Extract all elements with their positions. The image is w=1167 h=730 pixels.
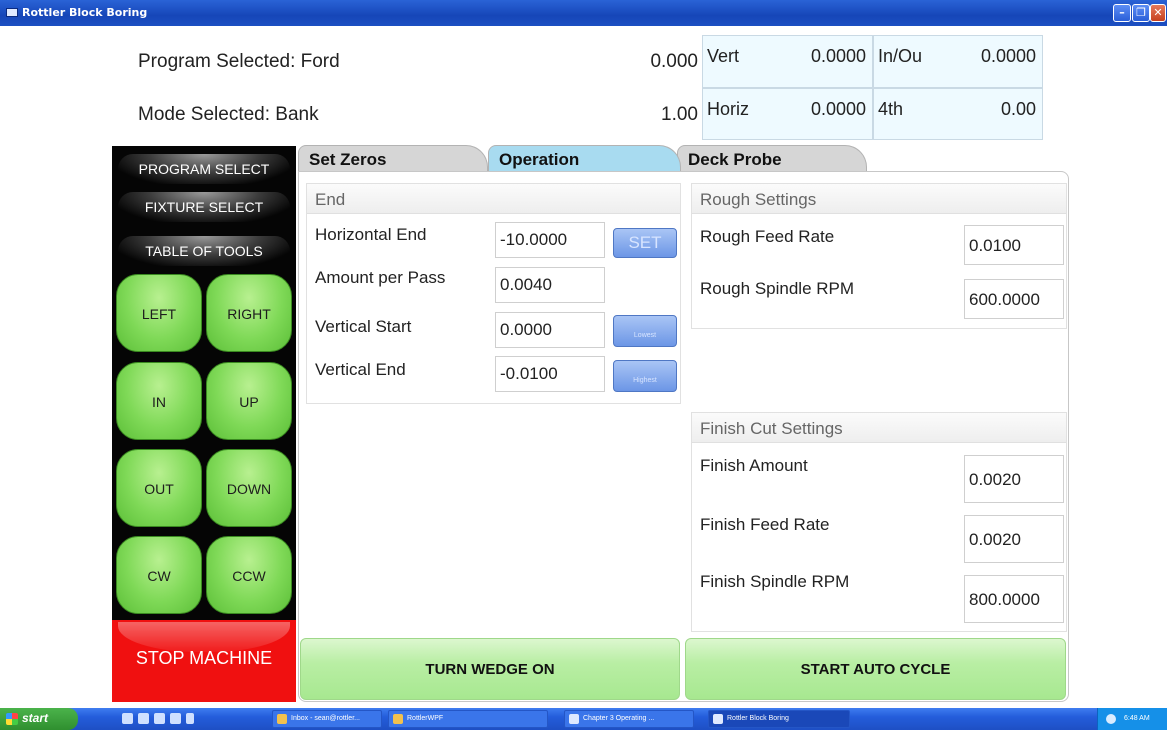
taskbar: start Inbox - sean@rottler... RottlerWPF… (0, 708, 1167, 730)
program-selected-label: Program Selected: Ford (138, 51, 340, 72)
rough-settings-title: Rough Settings (692, 184, 1066, 214)
rough-spindle-rpm-label: Rough Spindle RPM (700, 279, 855, 298)
rough-spindle-rpm-field[interactable]: 600.0000 (964, 279, 1064, 319)
start-button[interactable]: start (0, 708, 78, 730)
task-label: Chapter 3 Operating ... (583, 715, 655, 722)
window-title: Rottler Block Boring (22, 6, 148, 19)
app-icon (6, 8, 18, 17)
taskbar-item-inbox[interactable]: Inbox - sean@rottler... (272, 710, 382, 728)
desktop-quicklaunch-icon[interactable] (154, 713, 165, 724)
document-icon (569, 714, 579, 724)
operation-panel: End Horizontal End -10.0000 SET Amount p… (298, 171, 1069, 702)
vertical-start-lowest-button[interactable]: Lowest (613, 315, 677, 347)
table-of-tools-button[interactable]: TABLE OF TOOLS (118, 236, 290, 266)
mode-selected-label: Mode Selected: Bank (138, 104, 319, 125)
inout-readout: In/Ou 0.0000 (873, 35, 1043, 88)
vertical-end-label: Vertical End (315, 360, 406, 379)
left-control-panel: PROGRAM SELECT FIXTURE SELECT TABLE OF T… (112, 146, 296, 620)
taskbar-item-rottlerwpf[interactable]: RottlerWPF (388, 710, 548, 728)
horizontal-end-set-button[interactable]: SET (613, 228, 677, 258)
vertical-end-field[interactable]: -0.0100 (495, 356, 605, 392)
finish-amount-field[interactable]: 0.0020 (964, 455, 1064, 503)
readout-top: 0.000 (650, 51, 698, 72)
jog-down-button[interactable]: DOWN (206, 449, 292, 527)
ie-quicklaunch-icon[interactable] (122, 713, 133, 724)
start-auto-cycle-button[interactable]: START AUTO CYCLE (685, 638, 1066, 700)
vertical-start-label: Vertical Start (315, 317, 412, 336)
fixture-select-button[interactable]: FIXTURE SELECT (118, 192, 290, 222)
fourth-axis-value: 0.00 (1000, 99, 1036, 119)
rough-settings-group: Rough Settings Rough Feed Rate 0.0100 Ro… (691, 183, 1067, 329)
fourth-axis-label: 4th (878, 99, 904, 119)
finish-feed-rate-field[interactable]: 0.0020 (964, 515, 1064, 563)
rough-feed-rate-field[interactable]: 0.0100 (964, 225, 1064, 265)
inout-value: 0.0000 (980, 46, 1036, 66)
amount-per-pass-field[interactable]: 0.0040 (495, 267, 605, 303)
finish-feed-rate-label: Finish Feed Rate (700, 515, 830, 534)
horiz-value: 0.0000 (810, 99, 866, 119)
horizontal-end-field[interactable]: -10.0000 (495, 222, 605, 258)
horiz-label: Horiz (707, 99, 750, 119)
taskbar-item-rottler-block-boring[interactable]: Rottler Block Boring (708, 710, 850, 728)
jog-ccw-button[interactable]: CCW (206, 536, 292, 614)
vert-label: Vert (707, 46, 740, 66)
task-label: RottlerWPF (407, 715, 444, 722)
outlook-quicklaunch-icon[interactable] (138, 713, 149, 724)
finish-cut-settings-group: Finish Cut Settings Finish Amount 0.0020… (691, 412, 1067, 632)
title-bar: Rottler Block Boring – ❐ ✕ (0, 0, 1167, 26)
amount-per-pass-label: Amount per Pass (315, 268, 446, 287)
vertical-end-highest-button[interactable]: Highest (613, 360, 677, 392)
volume-icon[interactable] (1106, 714, 1116, 724)
folder-icon (393, 714, 403, 724)
jog-up-button[interactable]: UP (206, 362, 292, 440)
finish-spindle-rpm-field[interactable]: 800.0000 (964, 575, 1064, 623)
outlook-icon (277, 714, 287, 724)
jog-in-button[interactable]: IN (116, 362, 202, 440)
clock: 6:48 AM (1124, 715, 1150, 722)
system-tray: 6:48 AM (1097, 708, 1167, 730)
end-group-title: End (307, 184, 680, 214)
rough-feed-rate-label: Rough Feed Rate (700, 227, 835, 246)
vert-value: 0.0000 (810, 46, 866, 66)
windows-flag-icon (6, 713, 18, 725)
readout-bottom: 1.00 (661, 104, 698, 125)
jog-cw-button[interactable]: CW (116, 536, 202, 614)
task-label: Rottler Block Boring (727, 715, 789, 722)
taskbar-item-chapter3[interactable]: Chapter 3 Operating ... (564, 710, 694, 728)
vertical-start-field[interactable]: 0.0000 (495, 312, 605, 348)
horizontal-end-label: Horizontal End (315, 225, 427, 244)
jog-right-button[interactable]: RIGHT (206, 274, 292, 352)
stop-machine-button[interactable]: STOP MACHINE (112, 620, 296, 702)
turn-wedge-on-button[interactable]: TURN WEDGE ON (300, 638, 680, 700)
jog-left-button[interactable]: LEFT (116, 274, 202, 352)
jog-out-button[interactable]: OUT (116, 449, 202, 527)
end-group: End Horizontal End -10.0000 SET Amount p… (306, 183, 681, 404)
media-quicklaunch-icon[interactable] (170, 713, 181, 724)
inout-label: In/Ou (878, 46, 923, 66)
start-label: start (22, 711, 49, 725)
restore-icon[interactable]: ❐ (1132, 4, 1150, 22)
fourth-axis-readout: 4th 0.00 (873, 88, 1043, 140)
help-quicklaunch-icon[interactable] (186, 713, 194, 724)
horiz-readout: Horiz 0.0000 (702, 88, 873, 140)
finish-spindle-rpm-label: Finish Spindle RPM (700, 572, 850, 591)
task-label: Inbox - sean@rottler... (291, 715, 360, 722)
program-select-button[interactable]: PROGRAM SELECT (118, 154, 290, 184)
finish-cut-settings-title: Finish Cut Settings (692, 413, 1066, 443)
app-icon (713, 714, 723, 724)
minimize-icon[interactable]: – (1113, 4, 1131, 22)
stop-machine-label: STOP MACHINE (135, 648, 273, 668)
close-icon[interactable]: ✕ (1150, 4, 1166, 22)
finish-amount-label: Finish Amount (700, 456, 808, 475)
vert-readout: Vert 0.0000 (702, 35, 873, 88)
